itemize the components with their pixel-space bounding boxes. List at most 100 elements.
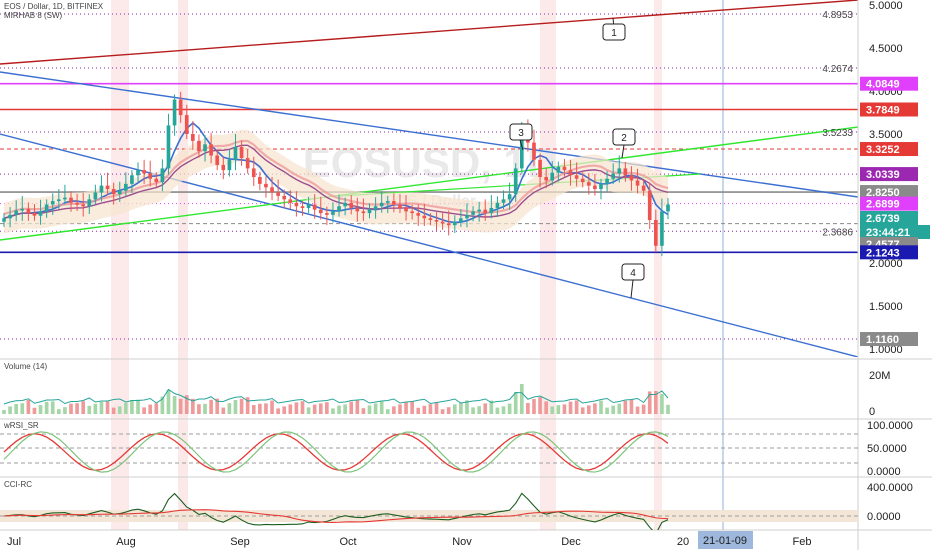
- svg-text:3.3252: 3.3252: [866, 144, 900, 156]
- time-tick-20: 20: [677, 536, 689, 548]
- volume-bar-57: [349, 401, 354, 414]
- volume-tick-20m: 20M: [869, 370, 890, 382]
- time-tick-Aug: Aug: [116, 536, 136, 548]
- volume-bar-2: [14, 404, 19, 414]
- volume-bar-98: [599, 400, 603, 414]
- price-tag-2.6739: 2.6739: [860, 211, 918, 225]
- volume-bar-34: [209, 399, 213, 414]
- volume-bar-85: [519, 384, 524, 414]
- volume-bar-23: [142, 407, 146, 414]
- volume-bar-7: [44, 401, 49, 414]
- volume-bar-22: [136, 399, 140, 414]
- price-tag-4.0849: 4.0849: [860, 76, 918, 91]
- volume-bar-20: [124, 402, 128, 414]
- price-tag-2.1243: 2.1243: [860, 245, 918, 259]
- volume-bar-91: [556, 405, 561, 414]
- volume-bar-86: [526, 403, 530, 414]
- volume-bar-101: [617, 403, 622, 414]
- volume-bar-12: [75, 403, 79, 414]
- price-tick-5.0000: 5.0000: [869, 0, 903, 12]
- volume-bar-25: [154, 403, 159, 414]
- cci-pane-title: CCI-RC: [4, 480, 32, 489]
- volume-bar-15: [93, 403, 98, 414]
- volume-bar-24: [148, 404, 153, 414]
- volume-bar-71: [434, 402, 439, 414]
- price-tick-4.5000: 4.5000: [869, 43, 903, 55]
- volume-bar-95: [580, 407, 585, 414]
- volume-bar-46: [282, 406, 287, 414]
- volume-bar-81: [495, 407, 500, 414]
- chart-background: [0, 0, 932, 550]
- volume-bar-100: [611, 405, 616, 414]
- volume-bar-53: [325, 402, 329, 414]
- price-tag-3.7849: 3.7849: [860, 102, 918, 117]
- svg-text:2.6899: 2.6899: [866, 199, 900, 211]
- volume-bar-68: [416, 407, 421, 414]
- price-tag-3.3252: 3.3252: [860, 142, 918, 157]
- volume-bar-0: [2, 410, 6, 414]
- callout-2-label: 2: [621, 133, 627, 144]
- volume-bar-38: [233, 400, 238, 414]
- volume-bar-41: [251, 405, 256, 414]
- volume-bar-102: [623, 400, 628, 414]
- volume-bar-16: [99, 401, 104, 414]
- wrsi-tick-50: 50.0000: [867, 443, 907, 455]
- volume-bar-19: [117, 406, 122, 414]
- volume-bar-49: [300, 401, 305, 414]
- cci-tick-400: 400.0000: [867, 482, 913, 494]
- volume-bar-6: [38, 405, 43, 414]
- price-tick-3.5000: 3.5000: [869, 129, 903, 141]
- volume-bar-64: [392, 406, 396, 414]
- volume-bar-54: [331, 408, 335, 414]
- volume-bar-3: [20, 403, 25, 414]
- watermark-symbol: EOSUSD, 1D: [303, 139, 557, 186]
- volume-bar-21: [130, 400, 134, 414]
- volume-bar-108: [660, 394, 664, 414]
- volume-bar-44: [270, 400, 274, 414]
- volume-bar-45: [276, 408, 280, 414]
- volume-bar-67: [410, 401, 414, 414]
- chart-title: EOS / Dollar, 1D, BITFINEX: [4, 2, 104, 11]
- volume-bar-62: [379, 401, 384, 414]
- volume-bar-74: [452, 404, 457, 414]
- svg-text:2.1243: 2.1243: [866, 247, 900, 259]
- volume-bar-17: [105, 401, 110, 414]
- trading-chart[interactable]: EOSUSD, 1D EOS / Dollar 1 2 3 4: [0, 0, 932, 550]
- fib-label-4.2674: 4.2674: [822, 64, 853, 75]
- volume-bar-33: [203, 403, 207, 414]
- price-tag-3.0339: 3.0339: [860, 167, 918, 182]
- volume-bar-90: [550, 406, 555, 414]
- volume-bar-109: [666, 404, 670, 414]
- volume-bar-78: [477, 406, 481, 414]
- wrsi-tick-100: 100.0000: [867, 420, 913, 432]
- volume-bar-13: [81, 401, 86, 414]
- volume-bar-58: [355, 400, 360, 414]
- volume-bar-18: [111, 407, 116, 414]
- time-tick-Nov: Nov: [452, 536, 472, 548]
- volume-bar-10: [63, 407, 67, 414]
- volume-bar-1: [8, 406, 12, 414]
- volume-bar-65: [398, 404, 402, 414]
- volume-bar-43: [264, 403, 268, 414]
- volume-bar-92: [562, 404, 567, 414]
- time-tick-Jul: Jul: [7, 536, 21, 548]
- indicator-title: MIRHAB 8 (SW): [4, 11, 63, 20]
- volume-bar-28: [172, 396, 177, 414]
- volume-bar-66: [404, 402, 408, 414]
- svg-text:2.6739: 2.6739: [866, 213, 900, 225]
- volume-bar-75: [459, 402, 463, 414]
- volume-bar-70: [428, 404, 433, 414]
- volume-bar-97: [593, 403, 597, 414]
- callout-4-label: 4: [630, 268, 636, 279]
- volume-bar-59: [361, 408, 366, 414]
- volume-bar-56: [343, 404, 347, 414]
- price-tick-2.0000: 2.0000: [869, 258, 903, 270]
- volume-pane-title: Volume (14): [4, 362, 48, 371]
- price-tag-1.1160: 1.1160: [860, 332, 918, 347]
- volume-bar-60: [367, 405, 372, 414]
- svg-text:3.0339: 3.0339: [866, 169, 900, 181]
- fib-label-3.5233: 3.5233: [822, 128, 853, 139]
- volume-bar-93: [568, 401, 573, 414]
- volume-bar-36: [221, 407, 226, 414]
- time-tick-Sep: Sep: [230, 536, 250, 548]
